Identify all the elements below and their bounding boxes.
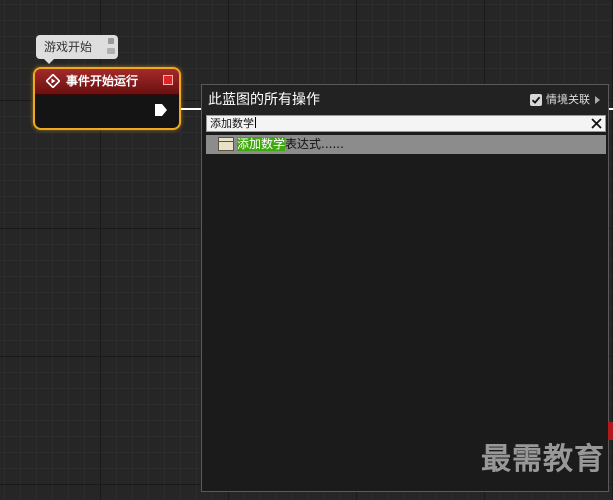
node-title: 事件开始运行 <box>66 74 139 88</box>
node-comment-bubble[interactable]: 游戏开始 <box>36 35 118 64</box>
exec-wire <box>181 108 202 110</box>
context-sensitive-checkbox[interactable] <box>530 94 542 106</box>
event-begin-play-node[interactable]: 事件开始运行 <box>33 67 181 130</box>
action-search-input[interactable]: 添加数学 <box>206 115 606 132</box>
event-diamond-icon <box>46 74 60 88</box>
math-expression-icon <box>218 137 234 151</box>
search-match-highlight: 添加数学 <box>237 137 286 151</box>
action-menu-popup: 此蓝图的所有操作 情境关联 添加数学 添加数学表达式...... <box>201 84 609 492</box>
action-result-item[interactable]: 添加数学表达式...... <box>206 135 606 154</box>
action-result-rest: 表达式...... <box>285 137 344 151</box>
clear-search-icon[interactable] <box>589 116 604 131</box>
comment-pin-icon[interactable] <box>107 38 115 55</box>
offscreen-node-edge <box>608 422 613 440</box>
action-menu-header: 此蓝图的所有操作 情境关联 <box>202 85 608 115</box>
context-sensitive-toggle[interactable]: 情境关联 <box>530 93 600 107</box>
search-input-value: 添加数学 <box>210 117 254 130</box>
checkmark-icon <box>531 96 541 104</box>
action-menu-title: 此蓝图的所有操作 <box>208 92 320 108</box>
delegate-pin-icon[interactable] <box>163 75 173 85</box>
context-sensitive-label: 情境关联 <box>546 93 590 106</box>
exec-output-pin-icon[interactable] <box>155 103 167 117</box>
node-header: 事件开始运行 <box>35 69 179 95</box>
watermark-logo: 最需教育 <box>481 442 605 477</box>
comment-text: 游戏开始 <box>44 40 93 54</box>
text-caret <box>255 117 256 128</box>
action-result-label: 添加数学表达式...... <box>237 135 344 154</box>
expand-arrow-icon[interactable] <box>595 96 600 104</box>
